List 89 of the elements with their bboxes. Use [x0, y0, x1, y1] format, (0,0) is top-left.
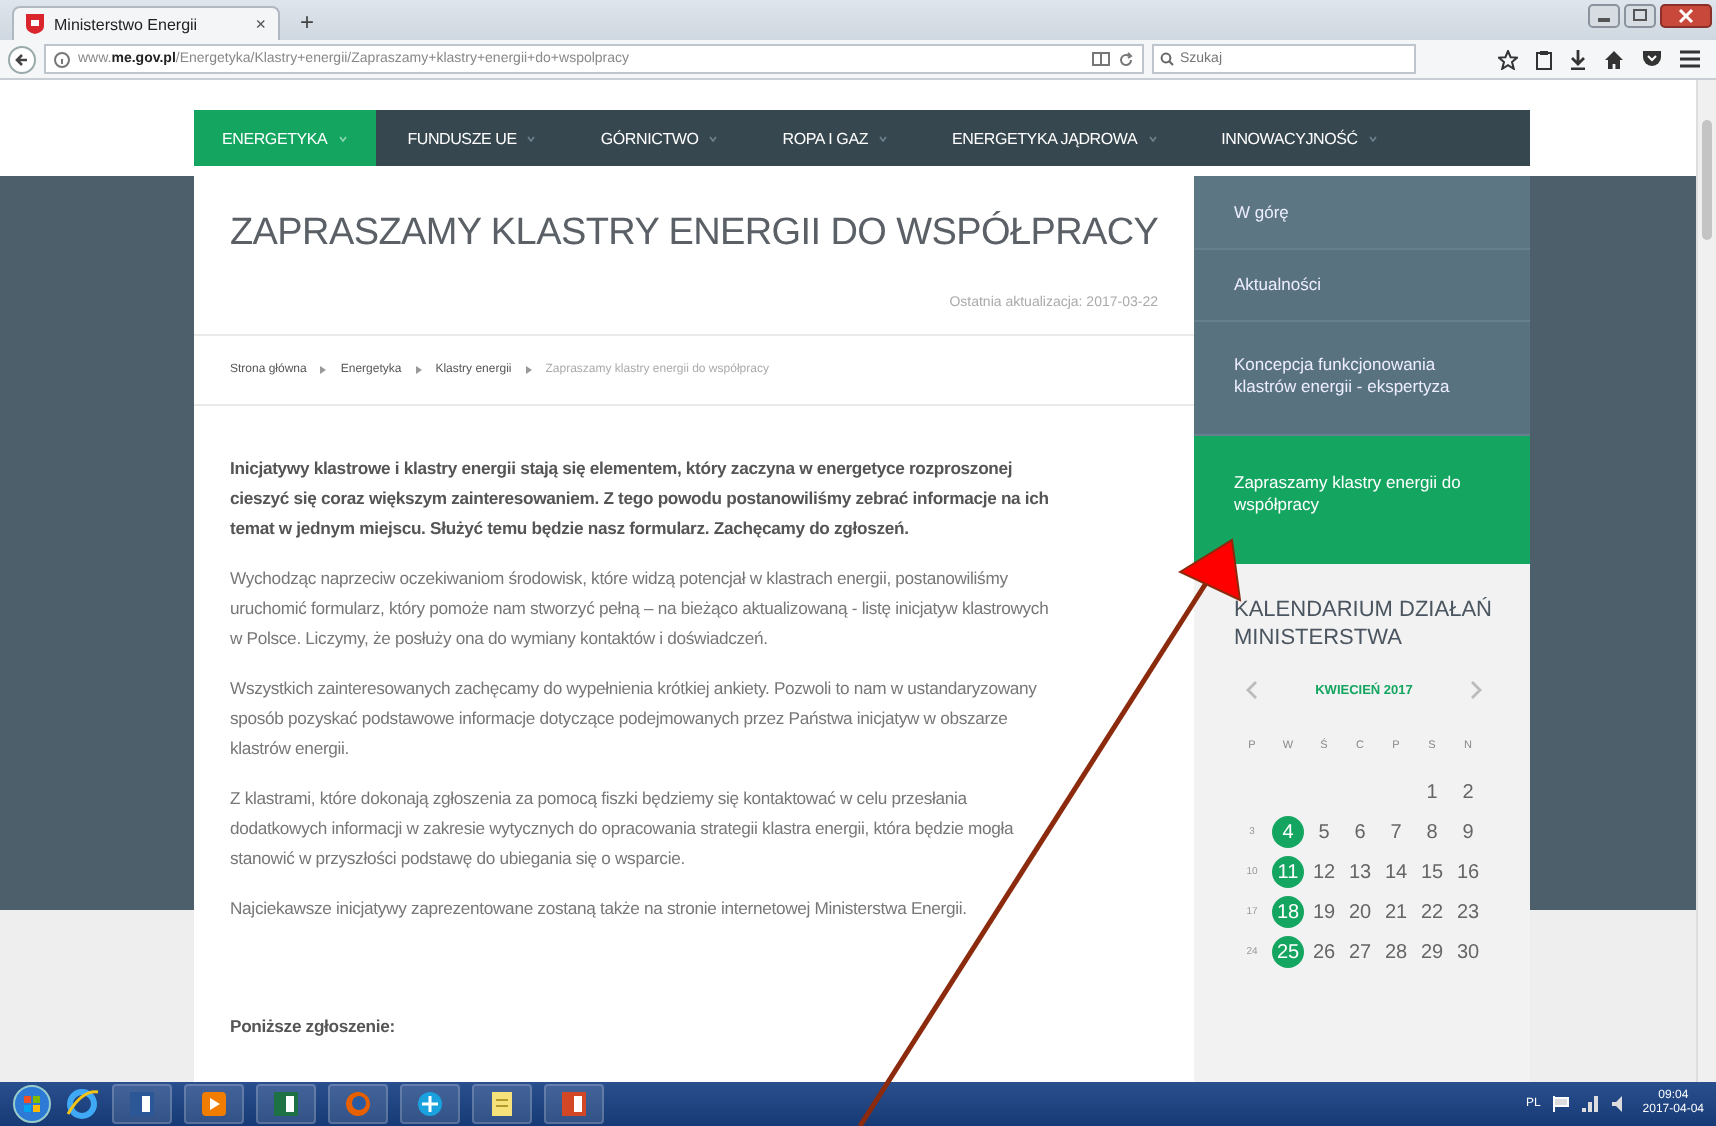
- calendar-day[interactable]: 30: [1452, 936, 1484, 968]
- calendar-day[interactable]: 26: [1308, 936, 1340, 968]
- paragraph: Wszystkich zainteresowanych zachęcamy do wypełnienia krótkiej ankiety. Pozwoli to nam w ustandaryzowany sposób pozyskać podstawowe informacje dotyczące podejmowanych przez Państwa inicjatyw w obszarze klastrów energii.: [230, 676, 1039, 762]
- star-icon[interactable]: [1498, 49, 1518, 69]
- reload-icon[interactable]: [1118, 51, 1134, 67]
- signal-icon[interactable]: [1582, 1096, 1601, 1112]
- section-heading: Poniższe zgłoszenie:: [230, 1014, 397, 1040]
- calendar-day[interactable]: 27: [1344, 936, 1376, 968]
- calendar-day[interactable]: 1: [1416, 776, 1448, 808]
- calendar-day[interactable]: 28: [1380, 936, 1412, 968]
- calendar-day[interactable]: 2: [1452, 776, 1484, 808]
- separator-icon: [320, 366, 327, 374]
- maximize-button[interactable]: [1624, 4, 1656, 28]
- calendar-day[interactable]: 21: [1380, 896, 1412, 928]
- scrollbar[interactable]: [1696, 80, 1716, 1082]
- calendar-day[interactable]: 5: [1308, 816, 1340, 848]
- pocket-icon[interactable]: [1642, 50, 1662, 68]
- chevron-icon: [1367, 133, 1378, 143]
- separator-icon: [525, 366, 532, 374]
- calendar-day[interactable]: 18: [1272, 896, 1304, 928]
- chevron-icon: [1147, 133, 1158, 143]
- back-button[interactable]: [8, 45, 36, 73]
- chevron-icon: [708, 133, 719, 143]
- nav-tab[interactable]: GÓRNICTWO: [568, 110, 751, 166]
- start-button[interactable]: [12, 1084, 52, 1124]
- calendar-day[interactable]: 23: [1452, 896, 1484, 928]
- paragraph: Najciekawsze inicjatywy zaprezentowane zostaną także na stronie internetowej Ministerstwa Energii.: [230, 896, 969, 922]
- document-icon: [128, 1090, 156, 1118]
- calendar-day[interactable]: 22: [1416, 896, 1448, 928]
- search-icon: [1160, 52, 1174, 66]
- play-icon: [200, 1090, 228, 1118]
- document-app-button[interactable]: [112, 1084, 172, 1124]
- emblem-icon: [26, 14, 44, 34]
- ring-icon[interactable]: [64, 1086, 100, 1122]
- calendar-day[interactable]: 29: [1416, 936, 1448, 968]
- globe-icon: [344, 1090, 372, 1118]
- paragraph: Inicjatywy klastrowe i klastry energii stają się elementem, który zaczyna w energetyce rozproszonej cieszyć się coraz większym zainteresowaniem. Z tego powodu postanowiliśmy zebrać informacje na ich temat w jednym miejscu. Służyć temu będzie nasz formularz. Zachęcamy do zgłoszeń.: [230, 456, 1051, 542]
- sidebar-link[interactable]: Koncepcja funkcjonowania klastrów energii - ekspertyza: [1194, 322, 1530, 436]
- page-title: ZAPRASZAMY KLASTRY ENERGII DO WSPÓŁPRACY: [230, 212, 1158, 256]
- calendar-day[interactable]: 7: [1380, 816, 1412, 848]
- flag-icon[interactable]: [1552, 1096, 1571, 1112]
- calendar-day[interactable]: 20: [1344, 896, 1376, 928]
- nav-tab[interactable]: INNOWACYJNOŚĆ: [1189, 110, 1410, 166]
- calendar-title: KALENDARIUM DZIAŁAŃ MINISTERSTWA: [1234, 596, 1494, 652]
- close-button[interactable]: [1660, 4, 1712, 28]
- browser-tab[interactable]: Ministerstwo Energii ×: [12, 6, 280, 40]
- calendar-day[interactable]: 4: [1272, 816, 1304, 848]
- calendar-day[interactable]: 25: [1272, 936, 1304, 968]
- presentation-icon: [560, 1090, 588, 1118]
- calendar-day[interactable]: 15: [1416, 856, 1448, 888]
- calendar-day[interactable]: 13: [1344, 856, 1376, 888]
- new-tab-button[interactable]: +: [288, 8, 327, 40]
- reader-icon[interactable]: [1092, 52, 1110, 66]
- notes-app-button[interactable]: [472, 1084, 532, 1124]
- menu-icon[interactable]: [1680, 50, 1700, 68]
- calendar-day[interactable]: 19: [1308, 896, 1340, 928]
- cross-icon: [416, 1090, 444, 1118]
- note-icon: [488, 1090, 516, 1118]
- calendar-day[interactable]: 9: [1452, 816, 1484, 848]
- separator-icon: [415, 366, 422, 374]
- media-app-button[interactable]: [184, 1084, 244, 1124]
- nav-tab[interactable]: FUNDUSZE UE: [375, 110, 569, 166]
- info-icon: [54, 51, 70, 67]
- presentation-app-button[interactable]: [544, 1084, 604, 1124]
- nav-tab[interactable]: ROPA I GAZ: [750, 110, 921, 166]
- spreadsheet-app-button[interactable]: [256, 1084, 316, 1124]
- sidebar-link[interactable]: W górę: [1194, 176, 1530, 250]
- paragraph: Z klastrami, które dokonają zgłoszenia za pomocą fiszki będziemy się kontaktować w celu przesłania dodatkowych informacji w zakresie wytycznych do opracowania strategii klastra energii, która będzie mogła stanowić w przyszłości podstawę do ubiegania się o wsparcie.: [230, 786, 1016, 872]
- network-app-button[interactable]: [400, 1084, 460, 1124]
- calendar-day[interactable]: 12: [1308, 856, 1340, 888]
- calendar-day[interactable]: 6: [1344, 816, 1376, 848]
- calendar-day[interactable]: 14: [1380, 856, 1412, 888]
- chevron-icon: [526, 133, 537, 143]
- calendar-day[interactable]: 16: [1452, 856, 1484, 888]
- paragraph: Wychodząc naprzeciw oczekiwaniom środowisk, które widzą potencjał w klastrach energii, postanowiliśmy uruchomić formularz, który pomoże nam stworzyć pełną – na bieżąco aktualizowaną - listę inicjatyw klastrowych w Polsce. Liczymy, że posłuży ona do wymiany kontaktów i doświadczeń.: [230, 566, 1051, 652]
- minimize-button[interactable]: [1588, 4, 1620, 28]
- calendar-day[interactable]: 11: [1272, 856, 1304, 888]
- tab-close-button[interactable]: ×: [255, 14, 266, 34]
- clipboard-icon[interactable]: [1536, 49, 1552, 69]
- sidebar-link[interactable]: Zapraszamy klastry energii do współpracy: [1194, 436, 1530, 564]
- home-icon[interactable]: [1604, 49, 1624, 69]
- chevron-icon: [337, 133, 348, 143]
- nav-tab[interactable]: ENERGETYKA JĄDROWA: [920, 110, 1190, 166]
- calendar-day[interactable]: 8: [1416, 816, 1448, 848]
- sidebar-link[interactable]: Aktualności: [1194, 250, 1530, 322]
- nav-tab[interactable]: ENERGETYKA: [194, 110, 376, 166]
- download-icon[interactable]: [1570, 49, 1586, 69]
- spreadsheet-icon: [272, 1090, 300, 1118]
- chevron-icon: [878, 133, 889, 143]
